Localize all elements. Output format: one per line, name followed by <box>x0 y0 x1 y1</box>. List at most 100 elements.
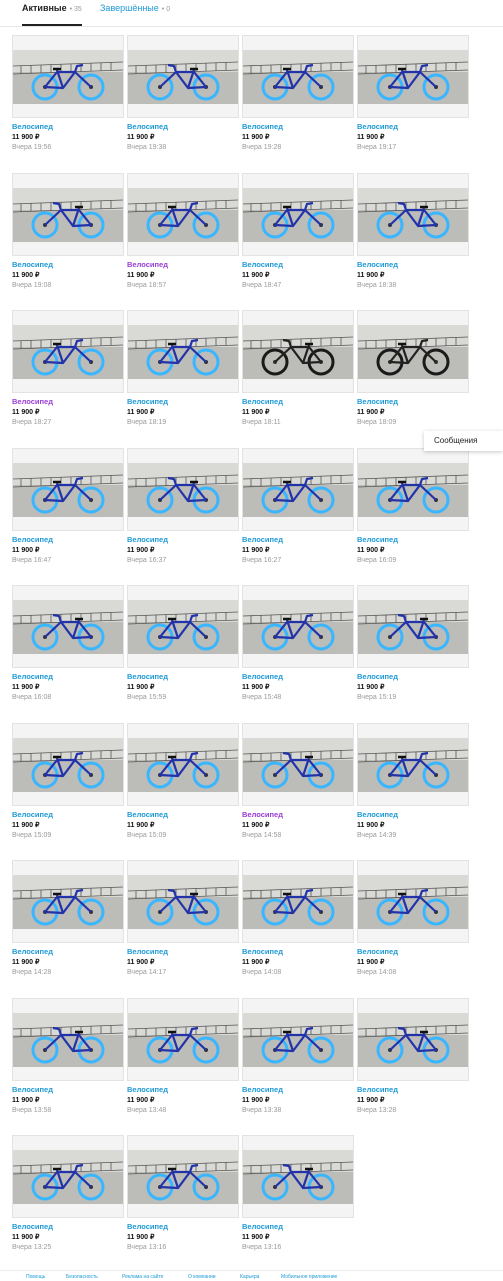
listing-photo[interactable] <box>357 722 469 806</box>
listing-card[interactable]: Велосипед 11 900 ₽ Вчера 16:47 <box>12 447 124 576</box>
listing-photo[interactable] <box>127 310 239 393</box>
listing-card[interactable]: Велосипед 11 900 ₽ Вчера 19:08 <box>12 172 124 301</box>
listing-card[interactable]: Велосипед 11 900 ₽ Вчера 15:48 <box>242 585 354 713</box>
listing-title[interactable]: Велосипед <box>127 122 168 131</box>
listing-title[interactable]: Велосипед <box>357 810 398 819</box>
tab-active[interactable]: Активные • 35 <box>22 3 82 26</box>
listing-card[interactable]: Велосипед 11 900 ₽ Вчера 15:09 <box>12 722 124 851</box>
listing-title[interactable]: Велосипед <box>242 810 283 819</box>
listing-title[interactable]: Велосипед <box>357 1085 398 1094</box>
listing-photo[interactable] <box>127 35 239 118</box>
listing-photo[interactable] <box>357 310 469 393</box>
listing-card[interactable]: Велосипед 11 900 ₽ Вчера 14:28 <box>12 860 124 988</box>
listing-card[interactable]: Велосипед 11 900 ₽ Вчера 14:08 <box>357 860 469 988</box>
listing-photo[interactable] <box>357 447 469 531</box>
listing-title[interactable]: Велосипед <box>127 947 168 956</box>
listing-photo[interactable] <box>127 722 239 806</box>
listing-title[interactable]: Велосипед <box>12 947 53 956</box>
footer-link[interactable]: Мобильное приложение <box>281 1274 337 1280</box>
listing-card[interactable]: Велосипед 11 900 ₽ Вчера 18:09 <box>357 310 469 438</box>
listing-title[interactable]: Велосипед <box>357 397 398 406</box>
listing-title[interactable]: Велосипед <box>242 535 283 544</box>
listing-photo[interactable] <box>357 997 469 1081</box>
listing-photo[interactable] <box>242 997 354 1081</box>
listing-card[interactable]: Велосипед 11 900 ₽ Вчера 14:08 <box>242 860 354 988</box>
listing-photo[interactable] <box>127 447 239 531</box>
listing-card[interactable]: Велосипед 11 900 ₽ Вчера 14:58 <box>242 722 354 851</box>
listing-title[interactable]: Велосипед <box>12 397 53 406</box>
listing-card[interactable]: Велосипед 11 900 ₽ Вчера 13:25 <box>12 1135 124 1263</box>
listing-photo[interactable] <box>12 172 124 256</box>
listing-card[interactable]: Велосипед 11 900 ₽ Вчера 13:48 <box>127 997 239 1126</box>
listing-title[interactable]: Велосипед <box>12 260 53 269</box>
listing-title[interactable]: Велосипед <box>12 535 53 544</box>
listing-title[interactable]: Велосипед <box>127 397 168 406</box>
listing-title[interactable]: Велосипед <box>127 1222 168 1231</box>
listing-card[interactable]: Велосипед 11 900 ₽ Вчера 16:09 <box>357 447 469 576</box>
listing-photo[interactable] <box>357 172 469 256</box>
listing-photo[interactable] <box>12 860 124 943</box>
listing-photo[interactable] <box>12 447 124 531</box>
footer-link[interactable]: Карьера <box>240 1274 259 1280</box>
listing-title[interactable]: Велосипед <box>127 1085 168 1094</box>
listing-card[interactable]: Велосипед 11 900 ₽ Вчера 16:27 <box>242 447 354 576</box>
listing-photo[interactable] <box>127 172 239 256</box>
listing-title[interactable]: Велосипед <box>12 1222 53 1231</box>
listing-card[interactable]: Велосипед 11 900 ₽ Вчера 16:37 <box>127 447 239 576</box>
listing-card[interactable]: Велосипед 11 900 ₽ Вчера 15:59 <box>127 585 239 713</box>
listing-card[interactable]: Велосипед 11 900 ₽ Вчера 15:19 <box>357 585 469 713</box>
listing-card[interactable]: Велосипед 11 900 ₽ Вчера 18:57 <box>127 172 239 301</box>
listing-photo[interactable] <box>357 860 469 943</box>
listing-title[interactable]: Велосипед <box>357 122 398 131</box>
footer-link[interactable]: Безопасность <box>66 1274 98 1280</box>
listing-photo[interactable] <box>12 1135 124 1218</box>
listing-title[interactable]: Велосипед <box>127 672 168 681</box>
footer-link[interactable]: О компании <box>188 1274 216 1280</box>
listing-card[interactable]: Велосипед 11 900 ₽ Вчера 13:58 <box>12 997 124 1126</box>
tab-completed[interactable]: Завершённые • 0 <box>100 3 170 13</box>
listing-photo[interactable] <box>127 1135 239 1218</box>
listing-title[interactable]: Велосипед <box>357 535 398 544</box>
listing-card[interactable]: Велосипед 11 900 ₽ Вчера 18:19 <box>127 310 239 438</box>
listing-title[interactable]: Велосипед <box>127 810 168 819</box>
listing-card[interactable]: Велосипед 11 900 ₽ Вчера 13:38 <box>242 997 354 1126</box>
listing-title[interactable]: Велосипед <box>357 672 398 681</box>
listing-card[interactable]: Велосипед 11 900 ₽ Вчера 13:28 <box>357 997 469 1126</box>
listing-card[interactable]: Велосипед 11 900 ₽ Вчера 18:27 <box>12 310 124 438</box>
listing-card[interactable]: Велосипед 11 900 ₽ Вчера 14:39 <box>357 722 469 851</box>
listing-photo[interactable] <box>242 35 354 118</box>
listing-photo[interactable] <box>127 585 239 668</box>
listing-photo[interactable] <box>242 585 354 668</box>
footer-link[interactable]: Реклама на сайте <box>122 1274 163 1280</box>
listing-card[interactable]: Велосипед 11 900 ₽ Вчера 19:38 <box>127 35 239 163</box>
listing-photo[interactable] <box>242 447 354 531</box>
listing-title[interactable]: Велосипед <box>242 1085 283 1094</box>
listing-photo[interactable] <box>242 1135 354 1218</box>
listing-card[interactable]: Велосипед 11 900 ₽ Вчера 18:47 <box>242 172 354 301</box>
listing-photo[interactable] <box>12 997 124 1081</box>
listing-title[interactable]: Велосипед <box>242 1222 283 1231</box>
listing-title[interactable]: Велосипед <box>242 947 283 956</box>
listing-photo[interactable] <box>242 172 354 256</box>
listing-title[interactable]: Велосипед <box>12 672 53 681</box>
listing-title[interactable]: Велосипед <box>12 122 53 131</box>
footer-link[interactable]: Помощь <box>26 1274 45 1280</box>
listing-card[interactable]: Велосипед 11 900 ₽ Вчера 18:11 <box>242 310 354 438</box>
listing-title[interactable]: Велосипед <box>242 122 283 131</box>
listing-photo[interactable] <box>242 860 354 943</box>
listing-card[interactable]: Велосипед 11 900 ₽ Вчера 19:28 <box>242 35 354 163</box>
listing-title[interactable]: Велосипед <box>12 1085 53 1094</box>
listing-card[interactable]: Велосипед 11 900 ₽ Вчера 19:56 <box>12 35 124 163</box>
listing-title[interactable]: Велосипед <box>357 947 398 956</box>
listing-card[interactable]: Велосипед 11 900 ₽ Вчера 15:09 <box>127 722 239 851</box>
listing-photo[interactable] <box>357 585 469 668</box>
listing-card[interactable]: Велосипед 11 900 ₽ Вчера 16:08 <box>12 585 124 713</box>
listing-title[interactable]: Велосипед <box>242 672 283 681</box>
listing-photo[interactable] <box>242 310 354 393</box>
listing-card[interactable]: Велосипед 11 900 ₽ Вчера 14:17 <box>127 860 239 988</box>
listing-photo[interactable] <box>242 722 354 806</box>
listing-card[interactable]: Велосипед 11 900 ₽ Вчера 19:17 <box>357 35 469 163</box>
listing-photo[interactable] <box>12 722 124 806</box>
listing-card[interactable]: Велосипед 11 900 ₽ Вчера 13:16 <box>242 1135 354 1263</box>
listing-photo[interactable] <box>127 997 239 1081</box>
